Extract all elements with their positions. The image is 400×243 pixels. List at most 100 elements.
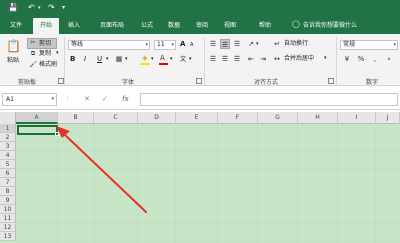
column-header-a[interactable]: A bbox=[16, 112, 58, 124]
row-header-10[interactable]: 10 bbox=[0, 205, 16, 214]
lightbulb-icon: ◯ bbox=[292, 20, 300, 28]
font-color-swatch bbox=[159, 63, 168, 65]
customize-quick-access-icon[interactable]: ▾ bbox=[62, 3, 65, 13]
row-header-11[interactable]: 11 bbox=[0, 214, 16, 223]
row-header-3[interactable]: 3 bbox=[0, 142, 16, 151]
row-header-2[interactable]: 2 bbox=[0, 133, 16, 142]
column-header-j[interactable]: J bbox=[376, 112, 400, 124]
name-box[interactable]: A1 ▾ bbox=[2, 93, 57, 106]
fill-handle[interactable] bbox=[55, 132, 59, 136]
font-color-button[interactable]: A bbox=[160, 54, 165, 63]
insert-function-button[interactable]: fx bbox=[122, 94, 129, 104]
font-size-select[interactable]: 11 ▾ bbox=[154, 40, 176, 50]
tab-view[interactable]: 视图 bbox=[219, 18, 241, 34]
format-painter-icon: 🖌 bbox=[29, 61, 37, 68]
align-left-icon[interactable]: ☰ bbox=[208, 54, 218, 64]
chevron-down-icon: ▾ bbox=[171, 42, 174, 48]
merge-dropdown-icon[interactable]: ▾ bbox=[324, 54, 327, 63]
alignment-launcher-icon[interactable] bbox=[328, 78, 334, 84]
column-header-e[interactable]: E bbox=[176, 112, 218, 124]
shrink-font-button[interactable]: A bbox=[190, 41, 193, 50]
align-center-icon[interactable]: ☰ bbox=[220, 54, 230, 64]
comma-style-icon[interactable]: , bbox=[370, 54, 380, 64]
row-header-8[interactable]: 8 bbox=[0, 187, 16, 196]
save-icon[interactable]: 💾 bbox=[8, 3, 18, 13]
fill-color-swatch bbox=[140, 63, 150, 65]
borders-icon[interactable]: ▦ bbox=[114, 54, 124, 64]
tab-page-layout[interactable]: 页面布局 bbox=[92, 18, 132, 34]
copy-dropdown-icon[interactable]: ▾ bbox=[56, 49, 59, 58]
column-header-g[interactable]: G bbox=[258, 112, 298, 124]
row-header-5[interactable]: 5 bbox=[0, 160, 16, 169]
column-header-h[interactable]: H bbox=[298, 112, 338, 124]
chevron-down-icon: ▾ bbox=[51, 96, 54, 102]
grow-font-button[interactable]: A bbox=[180, 40, 185, 49]
tab-formulas[interactable]: 公式 bbox=[136, 18, 158, 34]
phonetic-dropdown-icon[interactable]: ▾ bbox=[189, 55, 192, 64]
paste-icon[interactable]: 📋 bbox=[6, 38, 21, 54]
column-header-d[interactable]: D bbox=[138, 112, 176, 124]
copy-button[interactable]: 复制 bbox=[39, 49, 51, 58]
tab-help[interactable]: 帮助 bbox=[254, 18, 276, 34]
row-header-12[interactable]: 12 bbox=[0, 223, 16, 232]
align-right-icon[interactable]: ☰ bbox=[232, 54, 242, 64]
row-header-9[interactable]: 9 bbox=[0, 196, 16, 205]
cancel-icon[interactable]: ✕ bbox=[84, 94, 90, 104]
row-header-4[interactable]: 4 bbox=[0, 151, 16, 160]
decrease-indent-icon[interactable]: ⇤ bbox=[246, 54, 256, 64]
underline-button[interactable]: U bbox=[97, 55, 102, 64]
font-launcher-icon[interactable] bbox=[196, 78, 202, 84]
align-bottom-icon[interactable]: ☰ bbox=[232, 39, 242, 49]
font-name-value: 等线 bbox=[71, 41, 84, 48]
tab-file[interactable]: 文件 bbox=[2, 18, 30, 34]
paste-button[interactable]: 粘贴 bbox=[7, 56, 19, 65]
orientation-icon[interactable]: ↗ bbox=[246, 39, 256, 49]
cut-label: 剪切 bbox=[39, 40, 52, 47]
tab-data[interactable]: 数据 bbox=[163, 18, 185, 34]
column-header-f[interactable]: F bbox=[218, 112, 258, 124]
merge-center-button[interactable]: 合并后居中 bbox=[284, 54, 314, 63]
currency-icon[interactable]: ¥ bbox=[342, 54, 352, 64]
grow-font-label: A bbox=[180, 40, 186, 48]
font-name-select[interactable]: 等线 ▾ bbox=[68, 40, 150, 50]
underline-dropdown-icon[interactable]: ▾ bbox=[106, 55, 109, 64]
row-header-6[interactable]: 6 bbox=[0, 169, 16, 178]
row-header-1[interactable]: 1 bbox=[0, 124, 16, 133]
orientation-dropdown-icon[interactable]: ▾ bbox=[256, 40, 259, 49]
tell-me-search[interactable]: 告诉我你想要做什么 bbox=[303, 18, 373, 34]
undo-dropdown-icon[interactable]: ▾ bbox=[38, 3, 41, 13]
enter-icon[interactable]: ✓ bbox=[102, 94, 108, 104]
phonetic-button[interactable]: 文 bbox=[180, 55, 186, 64]
column-header-c[interactable]: C bbox=[94, 112, 138, 124]
align-middle-icon[interactable]: ☰ bbox=[220, 39, 230, 49]
increase-indent-icon[interactable]: ⇥ bbox=[258, 54, 268, 64]
column-header-b[interactable]: B bbox=[58, 112, 94, 124]
decimal-icon[interactable]: ∘ bbox=[384, 54, 394, 64]
tab-review[interactable]: 审阅 bbox=[191, 18, 213, 34]
wrap-text-button[interactable]: 自动换行 bbox=[284, 39, 308, 48]
active-cell-a1[interactable] bbox=[17, 125, 58, 135]
fill-color-icon[interactable]: ◈ bbox=[140, 53, 150, 63]
align-top-icon[interactable]: ☰ bbox=[208, 39, 218, 49]
fill-dropdown-icon[interactable]: ▾ bbox=[151, 55, 154, 64]
chevron-down-icon: ▾ bbox=[393, 42, 396, 48]
worksheet-grid[interactable]: A B C D E F G H I J 1 2 3 4 5 6 7 8 9 10… bbox=[0, 112, 400, 243]
font-color-dropdown-icon[interactable]: ▾ bbox=[170, 55, 173, 64]
undo-icon[interactable]: ↶ bbox=[28, 3, 35, 13]
italic-button[interactable]: I bbox=[84, 55, 86, 64]
tab-home[interactable]: 开始 bbox=[33, 18, 59, 34]
row-header-13[interactable]: 13 bbox=[0, 232, 16, 241]
number-format-select[interactable]: 常规 ▾ bbox=[340, 40, 398, 50]
percent-icon[interactable]: % bbox=[356, 54, 366, 64]
format-painter-button[interactable]: 格式刷 bbox=[39, 60, 57, 69]
tab-insert[interactable]: 插入 bbox=[62, 18, 86, 34]
title-bar: 💾 ↶ ▾ ↷ ▾ bbox=[0, 0, 400, 16]
column-header-i[interactable]: I bbox=[338, 112, 376, 124]
row-header-7[interactable]: 7 bbox=[0, 178, 16, 187]
group-divider bbox=[204, 37, 205, 85]
bold-button[interactable]: B bbox=[70, 55, 75, 64]
redo-icon[interactable]: ↷ bbox=[48, 3, 55, 13]
borders-dropdown-icon[interactable]: ▾ bbox=[125, 55, 128, 64]
select-all-corner[interactable] bbox=[0, 112, 16, 124]
formula-input[interactable] bbox=[140, 93, 398, 106]
